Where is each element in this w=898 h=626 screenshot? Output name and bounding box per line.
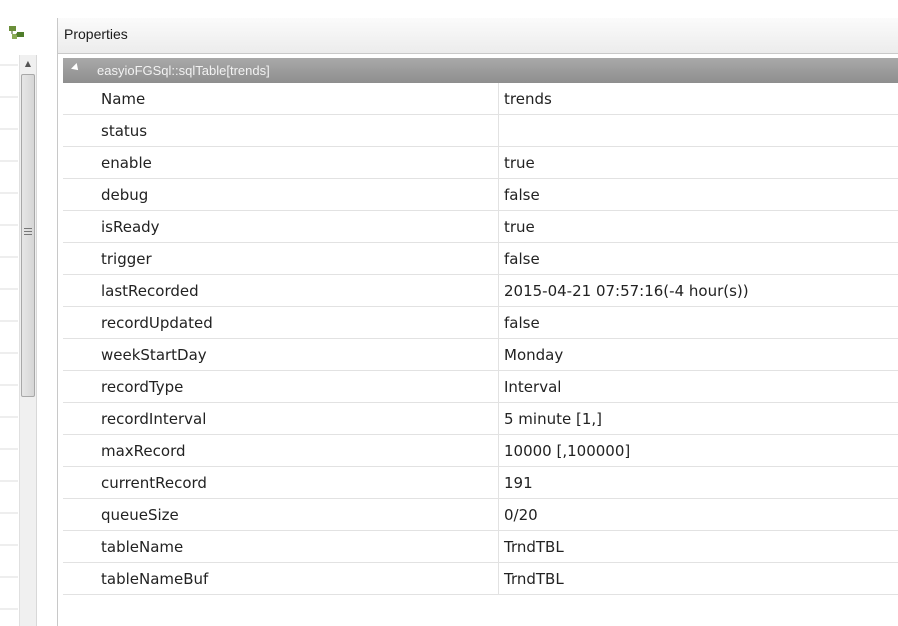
property-row[interactable]: Name trends bbox=[63, 83, 898, 115]
property-group-header[interactable]: easyioFGSql::sqlTable[trends] bbox=[63, 58, 898, 83]
property-row[interactable]: queueSize 0/20 bbox=[63, 499, 898, 531]
column-divider[interactable] bbox=[498, 499, 499, 530]
property-row[interactable]: recordUpdated false bbox=[63, 307, 898, 339]
property-row[interactable]: lastRecorded 2015-04-21 07:57:16(-4 hour… bbox=[63, 275, 898, 307]
property-row[interactable]: tableNameBuf TrndTBL bbox=[63, 563, 898, 595]
property-name: recordInterval bbox=[101, 410, 207, 428]
property-value[interactable]: TrndTBL bbox=[504, 570, 564, 588]
property-rows: Name trends status enable true debug fal… bbox=[63, 83, 898, 595]
properties-window: ▲ Properties easyioFGSql::sqlTable[trend… bbox=[0, 0, 898, 626]
column-divider[interactable] bbox=[498, 531, 499, 562]
scroll-up-arrow-icon[interactable]: ▲ bbox=[20, 55, 36, 73]
property-value[interactable]: 10000 [,100000] bbox=[504, 442, 630, 460]
property-row[interactable]: trigger false bbox=[63, 243, 898, 275]
scrollbar-thumb[interactable] bbox=[21, 74, 35, 397]
vertical-scrollbar[interactable]: ▲ bbox=[19, 55, 37, 626]
gutter-row-lines bbox=[0, 64, 18, 610]
property-name: isReady bbox=[101, 218, 160, 236]
property-value[interactable]: false bbox=[504, 314, 540, 332]
column-divider[interactable] bbox=[498, 115, 499, 146]
column-divider[interactable] bbox=[498, 371, 499, 402]
property-value[interactable]: true bbox=[504, 154, 535, 172]
property-name: tableName bbox=[101, 538, 184, 556]
property-value[interactable]: false bbox=[504, 250, 540, 268]
property-name: currentRecord bbox=[101, 474, 207, 492]
property-name: Name bbox=[101, 90, 146, 108]
panel-header: Properties bbox=[58, 18, 898, 54]
column-divider[interactable] bbox=[498, 339, 499, 370]
column-divider[interactable] bbox=[498, 211, 499, 242]
property-row[interactable]: recordType Interval bbox=[63, 371, 898, 403]
property-row[interactable]: weekStartDay Monday bbox=[63, 339, 898, 371]
column-divider[interactable] bbox=[498, 147, 499, 178]
property-row[interactable]: recordInterval 5 minute [1,] bbox=[63, 403, 898, 435]
property-row[interactable]: enable true bbox=[63, 147, 898, 179]
property-name: enable bbox=[101, 154, 152, 172]
property-name: trigger bbox=[101, 250, 152, 268]
property-row[interactable]: isReady true bbox=[63, 211, 898, 243]
property-row[interactable]: currentRecord 191 bbox=[63, 467, 898, 499]
column-divider[interactable] bbox=[498, 435, 499, 466]
column-divider[interactable] bbox=[498, 467, 499, 498]
group-label: easyioFGSql::sqlTable[trends] bbox=[97, 63, 270, 78]
property-name: recordType bbox=[101, 378, 184, 396]
property-value[interactable]: Monday bbox=[504, 346, 563, 364]
property-value[interactable]: 191 bbox=[504, 474, 533, 492]
property-value[interactable]: 0/20 bbox=[504, 506, 538, 524]
panel-title: Properties bbox=[64, 26, 128, 42]
property-value[interactable]: 5 minute [1,] bbox=[504, 410, 602, 428]
property-name: status bbox=[101, 122, 148, 140]
property-name: tableNameBuf bbox=[101, 570, 209, 588]
collapse-arrow-icon[interactable] bbox=[71, 63, 81, 73]
property-row[interactable]: maxRecord 10000 [,100000] bbox=[63, 435, 898, 467]
property-name: maxRecord bbox=[101, 442, 186, 460]
property-value[interactable]: 2015-04-21 07:57:16(-4 hour(s)) bbox=[504, 282, 749, 300]
property-value[interactable]: false bbox=[504, 186, 540, 204]
property-name: queueSize bbox=[101, 506, 179, 524]
property-row[interactable]: status bbox=[63, 115, 898, 147]
properties-panel: Properties easyioFGSql::sqlTable[trends]… bbox=[57, 18, 898, 626]
column-divider[interactable] bbox=[498, 243, 499, 274]
property-name: debug bbox=[101, 186, 149, 204]
column-divider[interactable] bbox=[498, 179, 499, 210]
property-name: recordUpdated bbox=[101, 314, 213, 332]
column-divider[interactable] bbox=[498, 83, 499, 114]
property-row[interactable]: tableName TrndTBL bbox=[63, 531, 898, 563]
column-divider[interactable] bbox=[498, 307, 499, 338]
property-value[interactable]: Interval bbox=[504, 378, 561, 396]
scrollbar-grip-icon bbox=[24, 228, 32, 235]
property-value[interactable]: true bbox=[504, 218, 535, 236]
property-row[interactable]: debug false bbox=[63, 179, 898, 211]
left-gutter: ▲ bbox=[0, 18, 52, 626]
column-divider[interactable] bbox=[498, 563, 499, 594]
property-name: weekStartDay bbox=[101, 346, 207, 364]
property-value[interactable]: TrndTBL bbox=[504, 538, 564, 556]
column-divider[interactable] bbox=[498, 403, 499, 434]
property-name: lastRecorded bbox=[101, 282, 199, 300]
property-value[interactable]: trends bbox=[504, 90, 552, 108]
column-divider[interactable] bbox=[498, 275, 499, 306]
